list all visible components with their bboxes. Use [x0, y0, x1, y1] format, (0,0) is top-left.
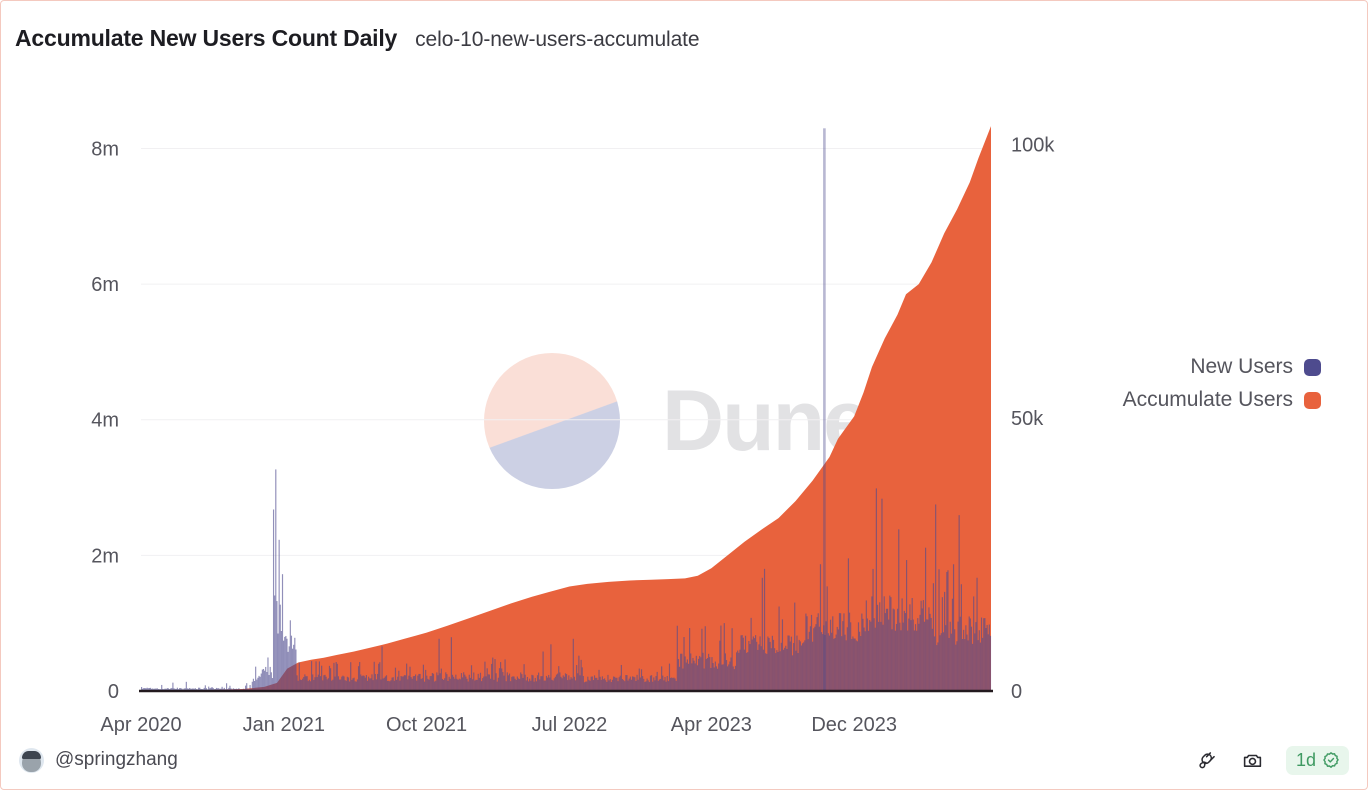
x-axis-tick: Apr 2023: [671, 714, 752, 736]
footer-toolbar: 1d: [1194, 745, 1349, 775]
y-axis-left-tick: 2m: [91, 545, 119, 567]
plug-icon[interactable]: [1194, 747, 1220, 773]
legend-item-label: New Users: [1190, 355, 1293, 378]
y-axis-left-tick: 6m: [91, 274, 119, 296]
legend-swatch: [1304, 358, 1321, 376]
status-badge[interactable]: 1d: [1285, 745, 1349, 775]
legend-item-label: Accumulate Users: [1122, 388, 1293, 411]
y-axis-right-tick: 0: [1011, 681, 1022, 703]
series-area-accumulate-users: [141, 126, 991, 692]
x-axis-tick: Jul 2022: [532, 714, 608, 736]
author-link[interactable]: @springzhang: [19, 747, 178, 773]
avatar: [19, 747, 44, 773]
y-axis-left-tick: 0: [108, 681, 119, 703]
x-axis-tick: Dec 2023: [811, 714, 897, 736]
x-axis-tick: Apr 2020: [100, 714, 181, 736]
y-axis-right-tick: 100k: [1011, 135, 1055, 157]
camera-icon[interactable]: [1240, 747, 1266, 773]
legend-item-1[interactable]: New Users: [1190, 355, 1321, 379]
legend-swatch: [1304, 391, 1321, 409]
y-axis-right-tick: 50k: [1011, 408, 1044, 430]
x-axis-tick: Oct 2021: [386, 714, 467, 736]
y-axis-left-tick: 8m: [91, 138, 119, 160]
chart-header: Accumulate New Users Count Daily celo-10…: [15, 25, 700, 52]
freshness-label: 1d: [1295, 749, 1316, 770]
x-axis-tick: Jan 2021: [243, 714, 325, 736]
series-bar-outlier-spike: [823, 128, 826, 691]
verified-check-icon: [1323, 752, 1339, 768]
chart-subtitle: celo-10-new-users-accumulate: [415, 28, 700, 51]
legend-item-2[interactable]: Accumulate Users: [1123, 388, 1321, 412]
y-axis-left-tick: 4m: [91, 410, 119, 432]
chart-footer: @springzhang 1d: [1, 743, 1367, 777]
author-name: @springzhang: [55, 749, 178, 770]
chart-card: Accumulate New Users Count Daily celo-10…: [0, 0, 1368, 790]
chart-legend[interactable]: New Users Accumulate Users: [1123, 355, 1321, 412]
page-title: Accumulate New Users Count Daily: [15, 25, 398, 51]
